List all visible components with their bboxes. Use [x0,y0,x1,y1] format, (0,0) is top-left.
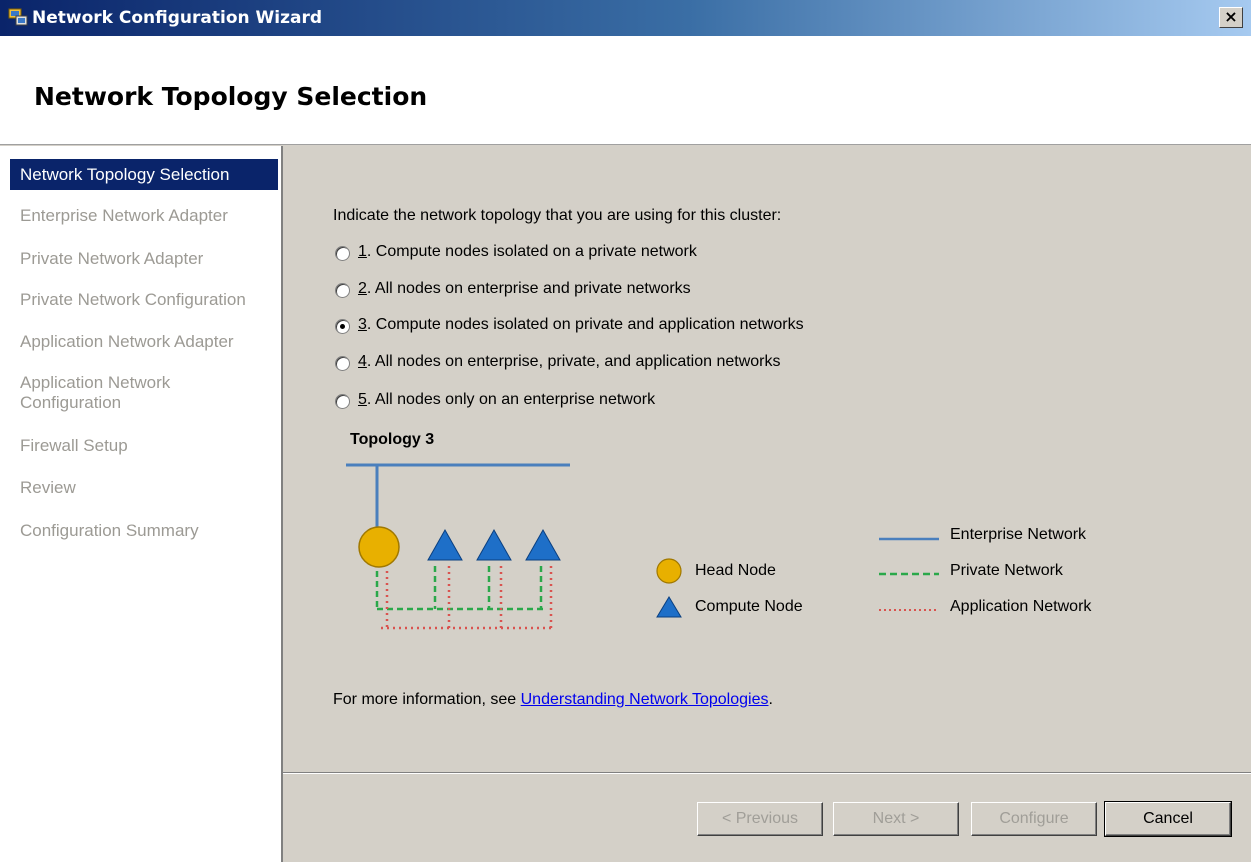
option-number: 1 [358,243,367,260]
option-label: . Compute nodes isolated on private and … [366,316,804,333]
topology-prompt: Indicate the network topology that you a… [333,207,782,224]
head-node-icon [358,526,400,568]
wizard-window: Network Configuration Wizard × Network T… [0,0,1251,862]
compute-node-icon [427,528,463,561]
option-label: . All nodes on enterprise and private ne… [366,280,691,297]
page-title: Network Topology Selection [34,82,428,111]
enterprise-network-legend-label: Enterprise Network [950,526,1087,543]
topology-legend: Head Node Compute Node Enterprise Networ… [653,526,1153,636]
nav-item-private-network-adapter: Private Network Adapter [20,249,204,268]
application-network-legend-label: Application Network [950,598,1092,615]
compute-node-icon [525,528,561,561]
radio-button[interactable] [335,246,350,261]
application-network-lines [381,566,553,630]
topology-title: Topology 3 [350,431,435,448]
option-label: . Compute nodes isolated on a private ne… [366,243,697,260]
wizard-step-nav: Network Topology Selection Enterprise Ne… [0,146,283,862]
nav-item-network-topology-selection[interactable]: Network Topology Selection [10,159,278,190]
previous-button[interactable]: < Previous [697,802,823,836]
option-number: 3 [358,316,367,333]
private-network-legend-label: Private Network [950,562,1063,579]
window-title: Network Configuration Wizard [32,8,323,28]
network-wizard-icon [8,8,28,26]
understanding-network-topologies-link[interactable]: Understanding Network Topologies [521,691,769,708]
option-label: . All nodes on enterprise, private, and … [366,353,781,370]
header-panel: Network Topology Selection [0,36,1251,145]
footer-separator [283,772,1251,774]
radio-button[interactable] [335,283,350,298]
next-button[interactable]: Next > [833,802,959,836]
compute-node-legend-icon [656,596,682,618]
info-prefix: For more information, see [333,691,521,708]
radio-button[interactable] [335,356,350,371]
radio-button-selected[interactable] [335,319,350,334]
nav-item-application-network-adapter: Application Network Adapter [20,332,234,351]
content-panel: Indicate the network topology that you a… [283,146,1251,862]
option-number: 4 [358,353,367,370]
radio-button[interactable] [335,394,350,409]
title-bar[interactable]: Network Configuration Wizard × [0,0,1251,36]
nav-item-enterprise-network-adapter: Enterprise Network Adapter [20,206,228,225]
compute-node-legend-label: Compute Node [695,598,803,615]
info-suffix: . [768,691,773,708]
info-text: For more information, see Understanding … [333,691,773,709]
nav-item-private-network-configuration: Private Network Configuration [20,290,246,309]
nav-item-application-network-configuration: Application Network Configuration [20,373,171,412]
nav-item-configuration-summary: Configuration Summary [20,521,199,540]
nav-item-review: Review [20,478,76,497]
option-number: 2 [358,280,367,297]
close-button[interactable]: × [1219,7,1243,28]
head-node-legend-label: Head Node [695,562,776,579]
configure-button[interactable]: Configure [971,802,1097,836]
nav-item-firewall-setup: Firewall Setup [20,436,128,455]
private-network-lines [375,566,543,611]
head-node-legend-icon [656,558,682,584]
option-number: 5 [358,391,367,408]
topology-diagram [346,463,570,630]
compute-node-icon [476,528,512,561]
cancel-button[interactable]: Cancel [1104,801,1232,837]
option-label: . All nodes only on an enterprise networ… [366,391,656,408]
